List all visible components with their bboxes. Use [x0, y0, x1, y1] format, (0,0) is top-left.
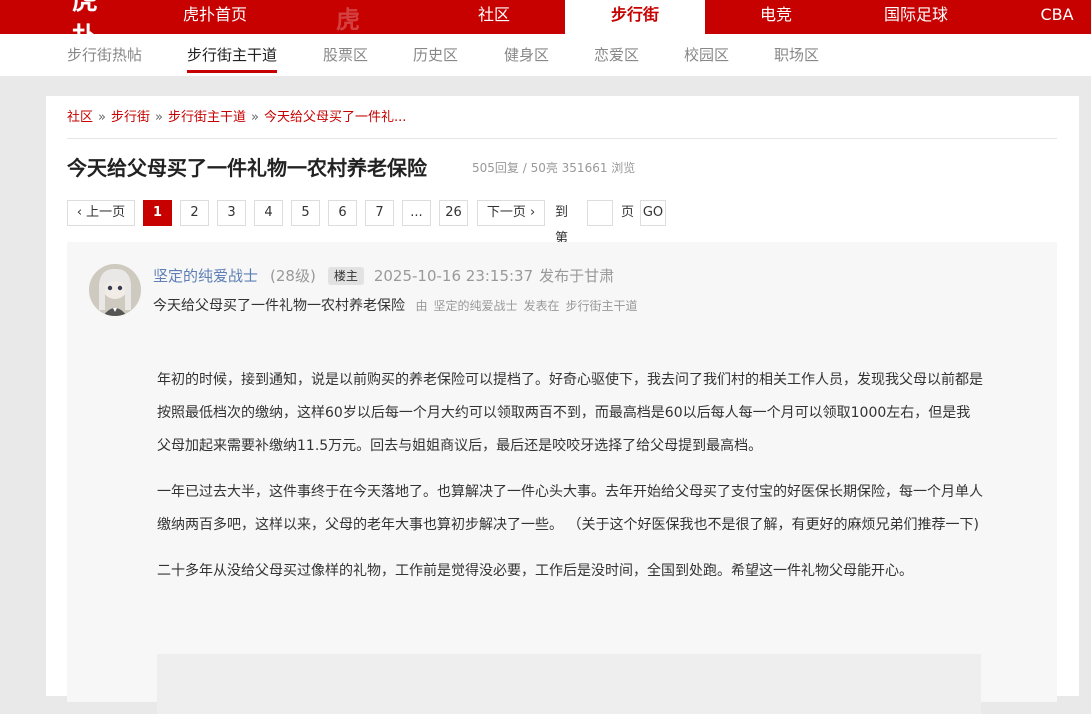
post-subline: 今天给父母买了一件礼物一农村养老保险 由坚定的纯爱战士 发表在 步行街主干道 [153, 296, 644, 316]
go-button[interactable]: GO [640, 200, 666, 226]
faded-logo-icon: 虎 [336, 5, 360, 34]
topnav-cba[interactable]: CBA [1030, 0, 1084, 34]
breadcrumb-separator: » [155, 110, 163, 125]
meta-posted: 发表在 [523, 299, 560, 313]
page-button-3[interactable]: 3 [217, 200, 246, 226]
next-page-button[interactable]: 下一页 › [477, 200, 545, 226]
thread-stats: 505回复 / 50亮 351661 浏览 [472, 161, 636, 175]
author-name[interactable]: 坚定的纯爱战士 [153, 267, 258, 285]
topnav-esports[interactable]: 电竞 [742, 0, 810, 34]
goto-page-input[interactable] [587, 200, 613, 226]
main-card: 社区 » 步行街 » 步行街主干道 » 今天给父母买了一件礼... 今天给父母买了一件礼物一… [46, 96, 1079, 714]
post-subtitle: 今天给父母买了一件礼物一农村养老保险 [153, 298, 405, 314]
meta-by: 由 [415, 299, 428, 313]
topnav-intl-football[interactable]: 国际足球 [870, 0, 962, 34]
subnav-campus[interactable]: 校园区 [684, 34, 729, 76]
page-button-1[interactable]: 1 [143, 200, 172, 226]
post-body: 年初的时候，接到通知，说是以前购买的养老保险可以提档了。好奇心驱使下，我去问了我… [157, 364, 983, 601]
post-image-placeholder[interactable] [157, 654, 981, 714]
prev-page-button[interactable]: ‹ 上一页 [67, 200, 135, 226]
op-badge: 楼主 [327, 267, 364, 285]
post-paragraph: 一年已过去大半，这件事终于在今天落地了。也算解决了一件心头大事。去年开始给父母买… [157, 484, 983, 533]
breadcrumb-separator: » [98, 110, 106, 125]
subnav-hot[interactable]: 步行街热帖 [67, 34, 142, 76]
subnav-history[interactable]: 历史区 [413, 34, 458, 76]
post-time: 2025-10-16 23:15:37 [373, 267, 534, 285]
breadcrumb-community[interactable]: 社区 [67, 110, 93, 125]
page-button-7[interactable]: 7 [365, 200, 394, 226]
breadcrumb-bxj[interactable]: 步行街 [111, 110, 150, 125]
page-button-4[interactable]: 4 [254, 200, 283, 226]
breadcrumb: 社区 » 步行街 » 步行街主干道 » 今天给父母买了一件礼... [67, 108, 406, 128]
meta-board[interactable]: 步行街主干道 [566, 299, 638, 313]
subnav-stocks[interactable]: 股票区 [323, 34, 368, 76]
topnav-home[interactable]: 虎扑首页 [170, 0, 260, 34]
subnav-love[interactable]: 恋爱区 [594, 34, 639, 76]
post-paragraph: 二十多年从没给父母买过像样的礼物，工作前是觉得没必要，工作后是没时间，全国到处跑… [157, 563, 913, 579]
author-level: (28级) [270, 267, 316, 285]
page-button-5[interactable]: 5 [291, 200, 320, 226]
breadcrumb-separator: » [250, 110, 259, 125]
goto-prefix: 到第 [555, 205, 569, 246]
page-button-6[interactable]: 6 [328, 200, 357, 226]
subnav-career[interactable]: 职场区 [774, 34, 819, 76]
subnav-fitness[interactable]: 健身区 [504, 34, 549, 76]
divider [67, 138, 1057, 139]
breadcrumb-main[interactable]: 步行街主干道 [168, 110, 246, 125]
meta-author[interactable]: 坚定的纯爱战士 [433, 299, 517, 313]
page-button-26[interactable]: 26 [439, 200, 468, 226]
subnav-main[interactable]: 步行街主干道 [187, 34, 278, 76]
post-paragraph: 年初的时候，接到通知，说是以前购买的养老保险可以提档了。好奇心驱使下，我去问了我… [157, 372, 983, 454]
post-location: 发布于甘肃 [539, 267, 615, 285]
page-button-2[interactable]: 2 [180, 200, 209, 226]
breadcrumb-current[interactable]: 今天给父母买了一件礼... [264, 110, 406, 125]
post-container: 坚定的纯爱战士 (28级) 楼主 2025-10-16 23:15:37 发布于甘肃 今… [67, 242, 1057, 714]
avatar-image [89, 264, 141, 316]
author-line: 坚定的纯爱战士 (28级) 楼主 2025-10-16 23:15:37 发布于甘肃 [153, 266, 614, 286]
sub-nav-bar: 步行街热帖 步行街主干道 股票区 历史区 健身区 恋爱区 校园区 职场区 [0, 34, 1091, 76]
topnav-community[interactable]: 社区 [462, 0, 526, 34]
topnav-bxj[interactable]: 步行街 [565, 0, 705, 34]
avatar[interactable] [89, 264, 141, 316]
page-ellipsis: ... [402, 200, 431, 226]
top-nav-bar: 虎扑 虎 虎扑首页 社区 步行街 电竞 国际足球 CBA [0, 0, 1091, 53]
thread-title: 今天给父母买了一件礼物一农村养老保险 [67, 156, 427, 180]
hupu-logo[interactable]: 虎扑 [72, 0, 116, 53]
post-meta: 由坚定的纯爱战士 发表在 步行街主干道 [415, 299, 643, 313]
goto-suffix: 页 [621, 205, 635, 220]
